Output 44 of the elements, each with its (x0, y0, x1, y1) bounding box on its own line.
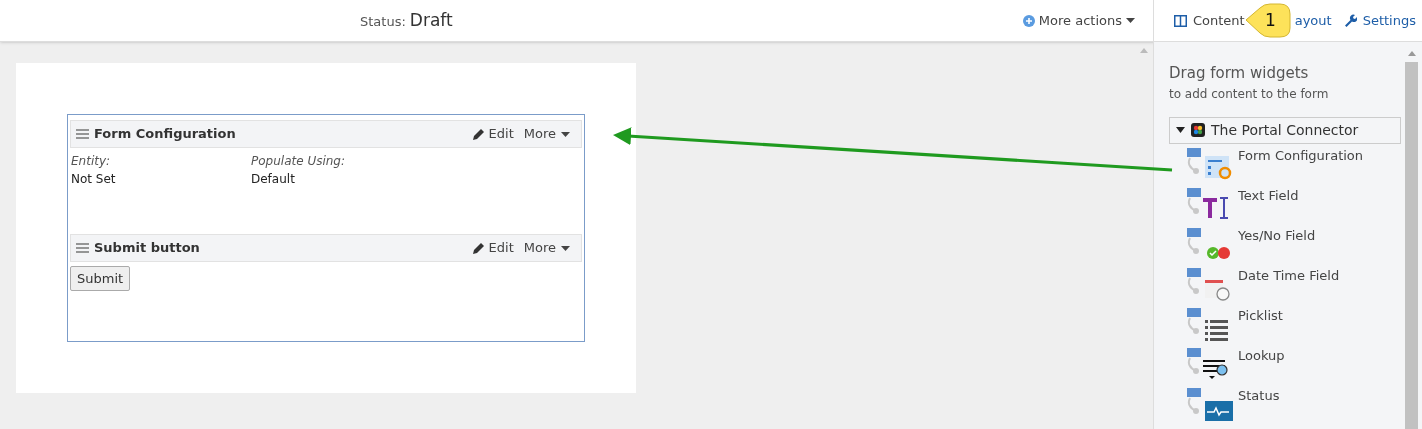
group-name: The Portal Connector (1211, 120, 1359, 140)
widget-item[interactable]: Date Time Field (1187, 267, 1422, 308)
widget-item[interactable]: Status (1187, 387, 1422, 428)
widget-item[interactable]: Form Configuration (1187, 147, 1422, 188)
caret-icon (561, 245, 570, 251)
callout-number: 1 (1265, 9, 1276, 32)
drag-handle-icon[interactable] (76, 243, 89, 253)
panel-title: Drag form widgets (1169, 63, 1310, 84)
field-value: Default (251, 171, 296, 188)
widget-group-header[interactable]: The Portal Connector (1169, 116, 1401, 144)
panel-tab[interactable]: Content (1174, 10, 1245, 31)
status-value: Draft (409, 8, 453, 32)
widget-title: Form Configuration (94, 125, 236, 144)
columns-icon (1174, 14, 1187, 27)
panel-subtitle: to add content to the form (1169, 85, 1330, 103)
widget-item[interactable]: Picklist (1187, 307, 1422, 348)
widget-item[interactable]: Text Field (1187, 187, 1422, 228)
panel-tab[interactable]: Settings (1343, 10, 1416, 31)
plus-icon (1022, 14, 1035, 27)
widget-item[interactable]: Yes/No Field (1187, 227, 1422, 268)
edit-button[interactable]: Edit (472, 124, 514, 144)
more-button[interactable]: More (523, 124, 570, 144)
more-actions-button[interactable]: More actions (1022, 10, 1135, 31)
wrench-icon (1343, 14, 1357, 27)
edit-button[interactable]: Edit (472, 238, 514, 258)
status-label: Status: (360, 12, 406, 31)
pencil-icon (472, 242, 485, 254)
field-value: Not Set (71, 171, 117, 188)
widget-item[interactable]: Lookup (1187, 347, 1422, 388)
scroll-up-icon[interactable] (1407, 51, 1416, 56)
caret-icon (561, 131, 570, 137)
pencil-icon (472, 128, 485, 140)
panel-tab[interactable]: ayout (1294, 10, 1332, 31)
more-button[interactable]: More (523, 238, 570, 258)
submit-button[interactable]: Submit (70, 266, 131, 291)
caret-icon (1126, 18, 1135, 23)
widget-title: Submit button (94, 239, 200, 258)
connector-logo-icon (1191, 123, 1205, 137)
field-label: Entity: (71, 153, 112, 170)
status-widget-icon (1187, 387, 1235, 424)
callout-bubble (1245, 3, 1291, 38)
scroll-up-icon[interactable] (1140, 48, 1148, 53)
field-label: Populate Using: (251, 153, 347, 170)
drag-handle-icon[interactable] (76, 129, 89, 139)
